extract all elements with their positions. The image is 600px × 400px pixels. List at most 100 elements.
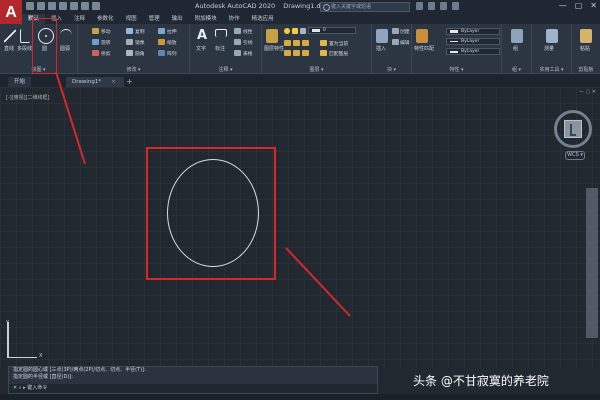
drawing-canvas[interactable] [0,87,600,368]
layer-properties-label[interactable]: 图层特性 [264,45,284,52]
exchange-icon[interactable] [440,2,447,10]
tab-featured-apps[interactable]: 精选应用 [246,14,280,24]
paste-icon[interactable] [580,29,592,43]
open-icon[interactable] [37,2,45,10]
leader-icon[interactable] [234,39,241,45]
properties-panel-title[interactable]: 特性 ▾ [412,66,501,73]
linear-icon[interactable] [234,28,241,34]
wcs-dropdown[interactable]: WCS ▾ [565,151,585,160]
modify-panel-title[interactable]: 修改 ▾ [78,66,189,73]
new-icon[interactable] [26,2,34,10]
close-button[interactable]: ✕ [590,1,597,10]
app-menu-button[interactable]: A [0,0,22,26]
layer-tool-icon[interactable] [284,50,291,56]
fillet-icon[interactable] [126,50,133,56]
move-icon[interactable] [92,28,99,34]
new-tab-button[interactable]: + [126,77,133,87]
annotation-panel-title[interactable]: 注释 ▾ [190,66,261,73]
lineweight-dropdown[interactable]: ByLayer [446,48,500,55]
search-input[interactable]: 键入关键字或短语 [320,2,410,12]
insert-block-icon[interactable] [376,29,388,43]
move-label[interactable]: 移动 [101,28,111,35]
measure-label[interactable]: 测量 [544,45,554,52]
maximize-button[interactable]: ▢ [575,1,583,10]
layer-tool-icon[interactable] [302,40,309,46]
viewport-controls[interactable]: — ▢ ✕ [579,89,596,95]
text-icon[interactable]: A [196,29,208,43]
viewport-label[interactable]: [-][俯视][二维线框] [6,94,50,101]
tab-parametric[interactable]: 参数化 [91,14,120,24]
table-icon[interactable] [234,50,241,56]
rotate-icon[interactable] [92,39,99,45]
group-label[interactable]: 组 [513,45,518,52]
group-icon[interactable] [511,29,523,43]
cart-icon[interactable] [428,2,435,10]
layer-tool-icon[interactable] [284,40,291,46]
text-label[interactable]: 文字 [196,45,206,52]
line-label[interactable]: 直线 [4,45,14,52]
scale-label[interactable]: 缩放 [167,39,177,46]
viewcube-face[interactable] [564,120,582,138]
create-block-icon[interactable] [392,28,399,34]
layer-dropdown[interactable]: 0 [308,27,356,34]
match-layer-label[interactable]: 匹配图层 [329,50,348,57]
tab-output[interactable]: 输出 [166,14,189,24]
layer-tool-icon[interactable] [302,50,309,56]
utilities-panel-title[interactable]: 实用工具 ▾ [532,66,571,73]
polyline-label[interactable]: 多段线 [17,45,32,52]
copy-label[interactable]: 复制 [135,28,145,35]
layer-tool-icon[interactable] [293,50,300,56]
tab-addins[interactable]: 附加模块 [189,14,223,24]
save-icon[interactable] [48,2,56,10]
groups-panel-title[interactable]: 组 ▾ [502,66,531,73]
fillet-label[interactable]: 圆角 [135,50,145,57]
array-icon[interactable] [158,50,165,56]
command-input[interactable]: ✕ ⌕ ▸ 键入命令 [9,384,377,393]
block-panel-title[interactable]: 块 ▾ [372,66,411,73]
dimension-icon[interactable] [215,29,227,37]
table-label[interactable]: 表格 [243,50,253,57]
copy-icon[interactable] [126,28,133,34]
match-properties-label[interactable]: 特性匹配 [414,45,434,52]
dimension-label[interactable]: 标注 [215,45,225,52]
scale-icon[interactable] [158,39,165,45]
tab-drawing1[interactable]: Drawing1* × [66,77,124,87]
layers-panel-title[interactable]: 图层 ▾ [262,66,371,73]
line-icon[interactable] [4,29,16,43]
mirror-label[interactable]: 镜像 [135,39,145,46]
layer-tool-icon[interactable] [293,40,300,46]
rotate-label[interactable]: 旋转 [101,39,111,46]
quick-access-toolbar[interactable] [26,2,100,10]
linetype-dropdown[interactable]: ByLayer [446,38,500,45]
layer-properties-icon[interactable] [266,29,278,43]
plot-icon[interactable] [70,2,78,10]
user-icon[interactable] [416,2,423,10]
make-current-label[interactable]: 置为当前 [329,40,348,47]
saveas-icon[interactable] [59,2,67,10]
stretch-icon[interactable] [158,28,165,34]
insert-block-label[interactable]: 插入 [376,45,386,52]
undo-icon[interactable] [81,2,89,10]
polyline-icon[interactable] [20,29,30,43]
measure-icon[interactable] [546,29,558,43]
paste-label[interactable]: 粘贴 [580,45,590,52]
leader-label[interactable]: 引线 [243,39,253,46]
array-label[interactable]: 阵列 [167,50,177,57]
match-layer-icon[interactable] [320,50,327,56]
match-properties-icon[interactable] [416,29,428,43]
help-icon[interactable] [452,2,459,10]
arc-icon[interactable] [60,29,72,43]
navigation-bar[interactable] [586,188,598,338]
edit-block-icon[interactable] [392,39,399,45]
tab-manage[interactable]: 管理 [143,14,166,24]
tab-collaborate[interactable]: 协作 [223,14,246,24]
tab-start[interactable]: 开始 [8,77,32,87]
redo-icon[interactable] [92,2,100,10]
arc-label[interactable]: 圆弧 [60,45,70,52]
mirror-icon[interactable] [126,39,133,45]
tab-view[interactable]: 视图 [120,14,143,24]
tab-annotate[interactable]: 注释 [68,14,91,24]
clipboard-panel-title[interactable]: 剪贴板 [572,66,600,73]
stretch-label[interactable]: 拉伸 [167,28,177,35]
linear-label[interactable]: 线性 [243,28,253,35]
